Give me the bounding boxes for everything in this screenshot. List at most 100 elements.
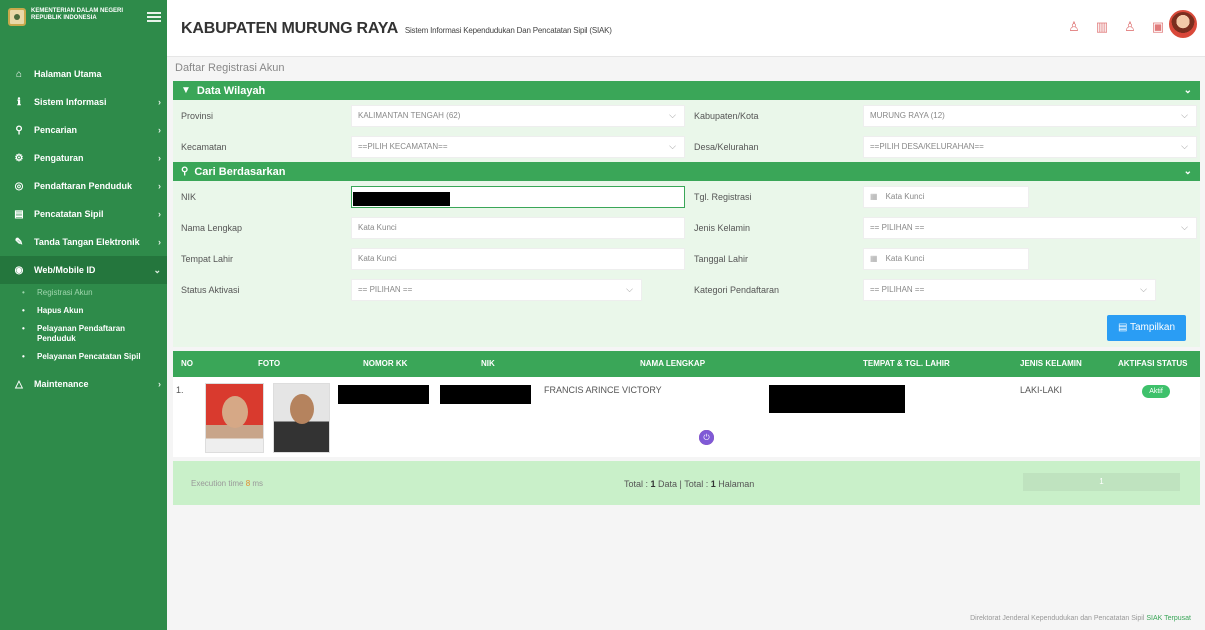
user-icon[interactable]: ♙ — [1067, 19, 1081, 35]
total-mid: Data | Total : — [655, 479, 711, 489]
sidebar-subitem-label: Pelayanan Pencatatan Sipil — [37, 352, 141, 361]
page-footer: Direktorat Jenderal Kependudukan dan Pen… — [970, 615, 1191, 622]
exec-unit: ms — [252, 479, 264, 488]
sidebar-item-pengaturan[interactable]: ⚙ Pengaturan › — [0, 144, 167, 172]
nama-lengkap-cell: FRANCIS ARINCE VICTORY — [544, 385, 662, 395]
sidebar-item-label: Pencarian — [34, 125, 78, 135]
col-no: NO — [181, 359, 193, 368]
avatar[interactable] — [1169, 10, 1197, 38]
tanggal-lahir-input[interactable]: ▦ Kata Kunci — [863, 247, 1029, 270]
chevron-down-icon: ⌄ — [153, 264, 161, 275]
search-icon: ⚲ — [15, 124, 23, 136]
nik-label: NIK — [181, 191, 197, 202]
sidebar-item-maintenance[interactable]: △ Maintenance › — [0, 370, 167, 398]
chevron-right-icon: › — [158, 125, 161, 135]
kabupaten-select[interactable]: MURUNG RAYA (12) — [863, 104, 1197, 127]
document-icon: ▤ — [14, 208, 24, 220]
sidebar-item-halaman-utama[interactable]: ⌂ Halaman Utama — [0, 60, 167, 88]
sidebar: KEMENTERIAN DALAM NEGERI REPUBLIK INDONE… — [0, 0, 167, 630]
user-alt-icon[interactable]: ♙ — [1123, 19, 1137, 35]
photo-registered[interactable] — [205, 383, 264, 453]
ministry-logo — [8, 8, 26, 26]
status-aktivasi-select[interactable]: == PILIHAN == — [351, 278, 642, 301]
sidebar-item-label: Pendaftaran Penduduk — [34, 181, 133, 191]
input-placeholder: Kata Kunci — [885, 253, 925, 263]
col-jenis-kelamin: JENIS KELAMIN — [1020, 359, 1082, 368]
jenis-kelamin-select[interactable]: == PILIHAN == — [863, 216, 1197, 239]
redacted-nomor-kk — [338, 385, 429, 404]
search-icon: ⚲ — [181, 166, 189, 177]
sidebar-subitem-hapus-akun[interactable]: • Hapus Akun — [0, 302, 167, 320]
jenis-kelamin-cell: LAKI-LAKI — [1020, 385, 1063, 395]
sidebar-subitem-label: Pelayanan Pendaftaran Penduduk — [37, 324, 126, 343]
status-badge: Aktif — [1142, 385, 1170, 398]
search-panel: NIK Tgl. Registrasi ▦ Kata Kunci Nama Len… — [173, 181, 1200, 347]
bullet-icon: • — [22, 288, 25, 297]
provinsi-label: Provinsi — [181, 110, 214, 121]
sidebar-subitem-pelayanan-pendaftaran[interactable]: • Pelayanan Pendaftaran Penduduk — [0, 320, 167, 348]
sidebar-item-pencarian[interactable]: ⚲ Pencarian › — [0, 116, 167, 144]
chevron-right-icon: › — [158, 209, 161, 219]
kategori-label: Kategori Pendaftaran — [694, 284, 780, 295]
tempat-lahir-input[interactable]: Kata Kunci — [351, 247, 685, 270]
col-aktifasi-status: AKTIFASI STATUS — [1118, 359, 1188, 368]
bullet-icon: • — [22, 306, 25, 315]
signature-icon: ✎ — [14, 236, 24, 248]
section-title: Data Wilayah — [196, 84, 266, 97]
report-icon[interactable]: ▥ — [1095, 19, 1109, 35]
photo-selfie[interactable] — [273, 383, 330, 453]
file-icon[interactable]: ▣ — [1151, 19, 1165, 35]
chevron-right-icon: › — [158, 379, 161, 389]
siak-terpusat-link[interactable]: SIAK Terpusat — [1146, 615, 1191, 622]
breadcrumb: Daftar Registrasi Akun — [175, 62, 285, 74]
kategori-select[interactable]: == PILIHAN == — [863, 278, 1156, 301]
sidebar-subitem-label: Registrasi Akun — [37, 288, 93, 297]
provinsi-select[interactable]: KALIMANTAN TENGAH (62) — [351, 104, 685, 127]
col-nik: NIK — [481, 359, 495, 368]
form-row: NIK Tgl. Registrasi ▦ Kata Kunci — [173, 181, 1200, 212]
chevron-right-icon: › — [158, 181, 161, 191]
sidebar-item-label: Pengaturan — [34, 153, 84, 163]
sidebar-subitem-pelayanan-pencatatan[interactable]: • Pelayanan Pencatatan Sipil — [0, 348, 167, 366]
sidebar-item-pencatatan-sipil[interactable]: ▤ Pencatatan Sipil › — [0, 200, 167, 228]
table-footer: Execution time 8 ms Total : 1 Data | Tot… — [173, 461, 1200, 505]
sidebar-item-label: Halaman Utama — [34, 69, 102, 79]
tampilkan-button[interactable]: ▤ Tampilkan — [1107, 315, 1186, 341]
section-cari-berdasarkan[interactable]: ⚲ Cari Berdasarkan ⌄ — [173, 162, 1200, 181]
form-row: Nama Lengkap Kata Kunci Jenis Kelamin ==… — [173, 212, 1200, 243]
chevron-right-icon: › — [158, 153, 161, 163]
kecamatan-select[interactable]: ==PILIH KECAMATAN== — [351, 135, 685, 158]
sidebar-item-pendaftaran-penduduk[interactable]: ◎ Pendaftaran Penduduk › — [0, 172, 167, 200]
form-row: Tempat Lahir Kata Kunci Tanggal Lahir ▦ K… — [173, 243, 1200, 274]
calendar-icon: ▦ — [870, 191, 878, 201]
total-suffix: Halaman — [715, 479, 755, 489]
pagination[interactable]: 1 — [1023, 473, 1180, 491]
section-data-wilayah[interactable]: ▼ Data Wilayah ⌄ — [173, 81, 1200, 100]
desa-select[interactable]: ==PILIH DESA/KELURAHAN== — [863, 135, 1197, 158]
col-tempat-tgl-lahir: TEMPAT & TGL. LAHIR — [863, 359, 950, 368]
sidebar-item-tanda-tangan-elektronik[interactable]: ✎ Tanda Tangan Elektronik › — [0, 228, 167, 256]
nama-lengkap-input[interactable]: Kata Kunci — [351, 216, 685, 239]
bullet-icon: • — [22, 324, 25, 333]
tgl-registrasi-input[interactable]: ▦ Kata Kunci — [863, 185, 1029, 208]
nik-input[interactable] — [351, 185, 685, 208]
list-icon: ▤ — [1117, 322, 1130, 333]
sidebar-item-web-mobile-id[interactable]: ◉ Web/Mobile ID ⌄ — [0, 256, 167, 284]
sidebar-item-label: Maintenance — [34, 379, 89, 389]
form-row: Provinsi KALIMANTAN TENGAH (62) Kabupate… — [173, 100, 1200, 131]
col-nama-lengkap: NAMA LENGKAP — [640, 359, 706, 368]
menu-toggle-icon[interactable] — [147, 12, 161, 22]
sidebar-subitem-label: Hapus Akun — [37, 306, 84, 315]
tempat-lahir-label: Tempat Lahir — [181, 253, 234, 264]
form-row: Status Aktivasi == PILIHAN == Kategori P… — [173, 274, 1200, 305]
maintenance-icon: △ — [15, 378, 23, 390]
info-icon: ℹ — [17, 96, 21, 108]
app-subtitle: Sistem Informasi Kependudukan Dan Pencat… — [404, 26, 612, 35]
sidebar-subitem-registrasi-akun[interactable]: • Registrasi Akun — [0, 284, 167, 302]
power-icon[interactable]: ⏻ — [699, 430, 714, 445]
col-nomor-kk: NOMOR KK — [363, 359, 408, 368]
section-title: Cari Berdasarkan — [194, 165, 286, 178]
sidebar-item-sistem-informasi[interactable]: ℹ Sistem Informasi › — [0, 88, 167, 116]
redacted-nik — [440, 385, 531, 404]
sidebar-item-label: Pencatatan Sipil — [34, 209, 104, 219]
